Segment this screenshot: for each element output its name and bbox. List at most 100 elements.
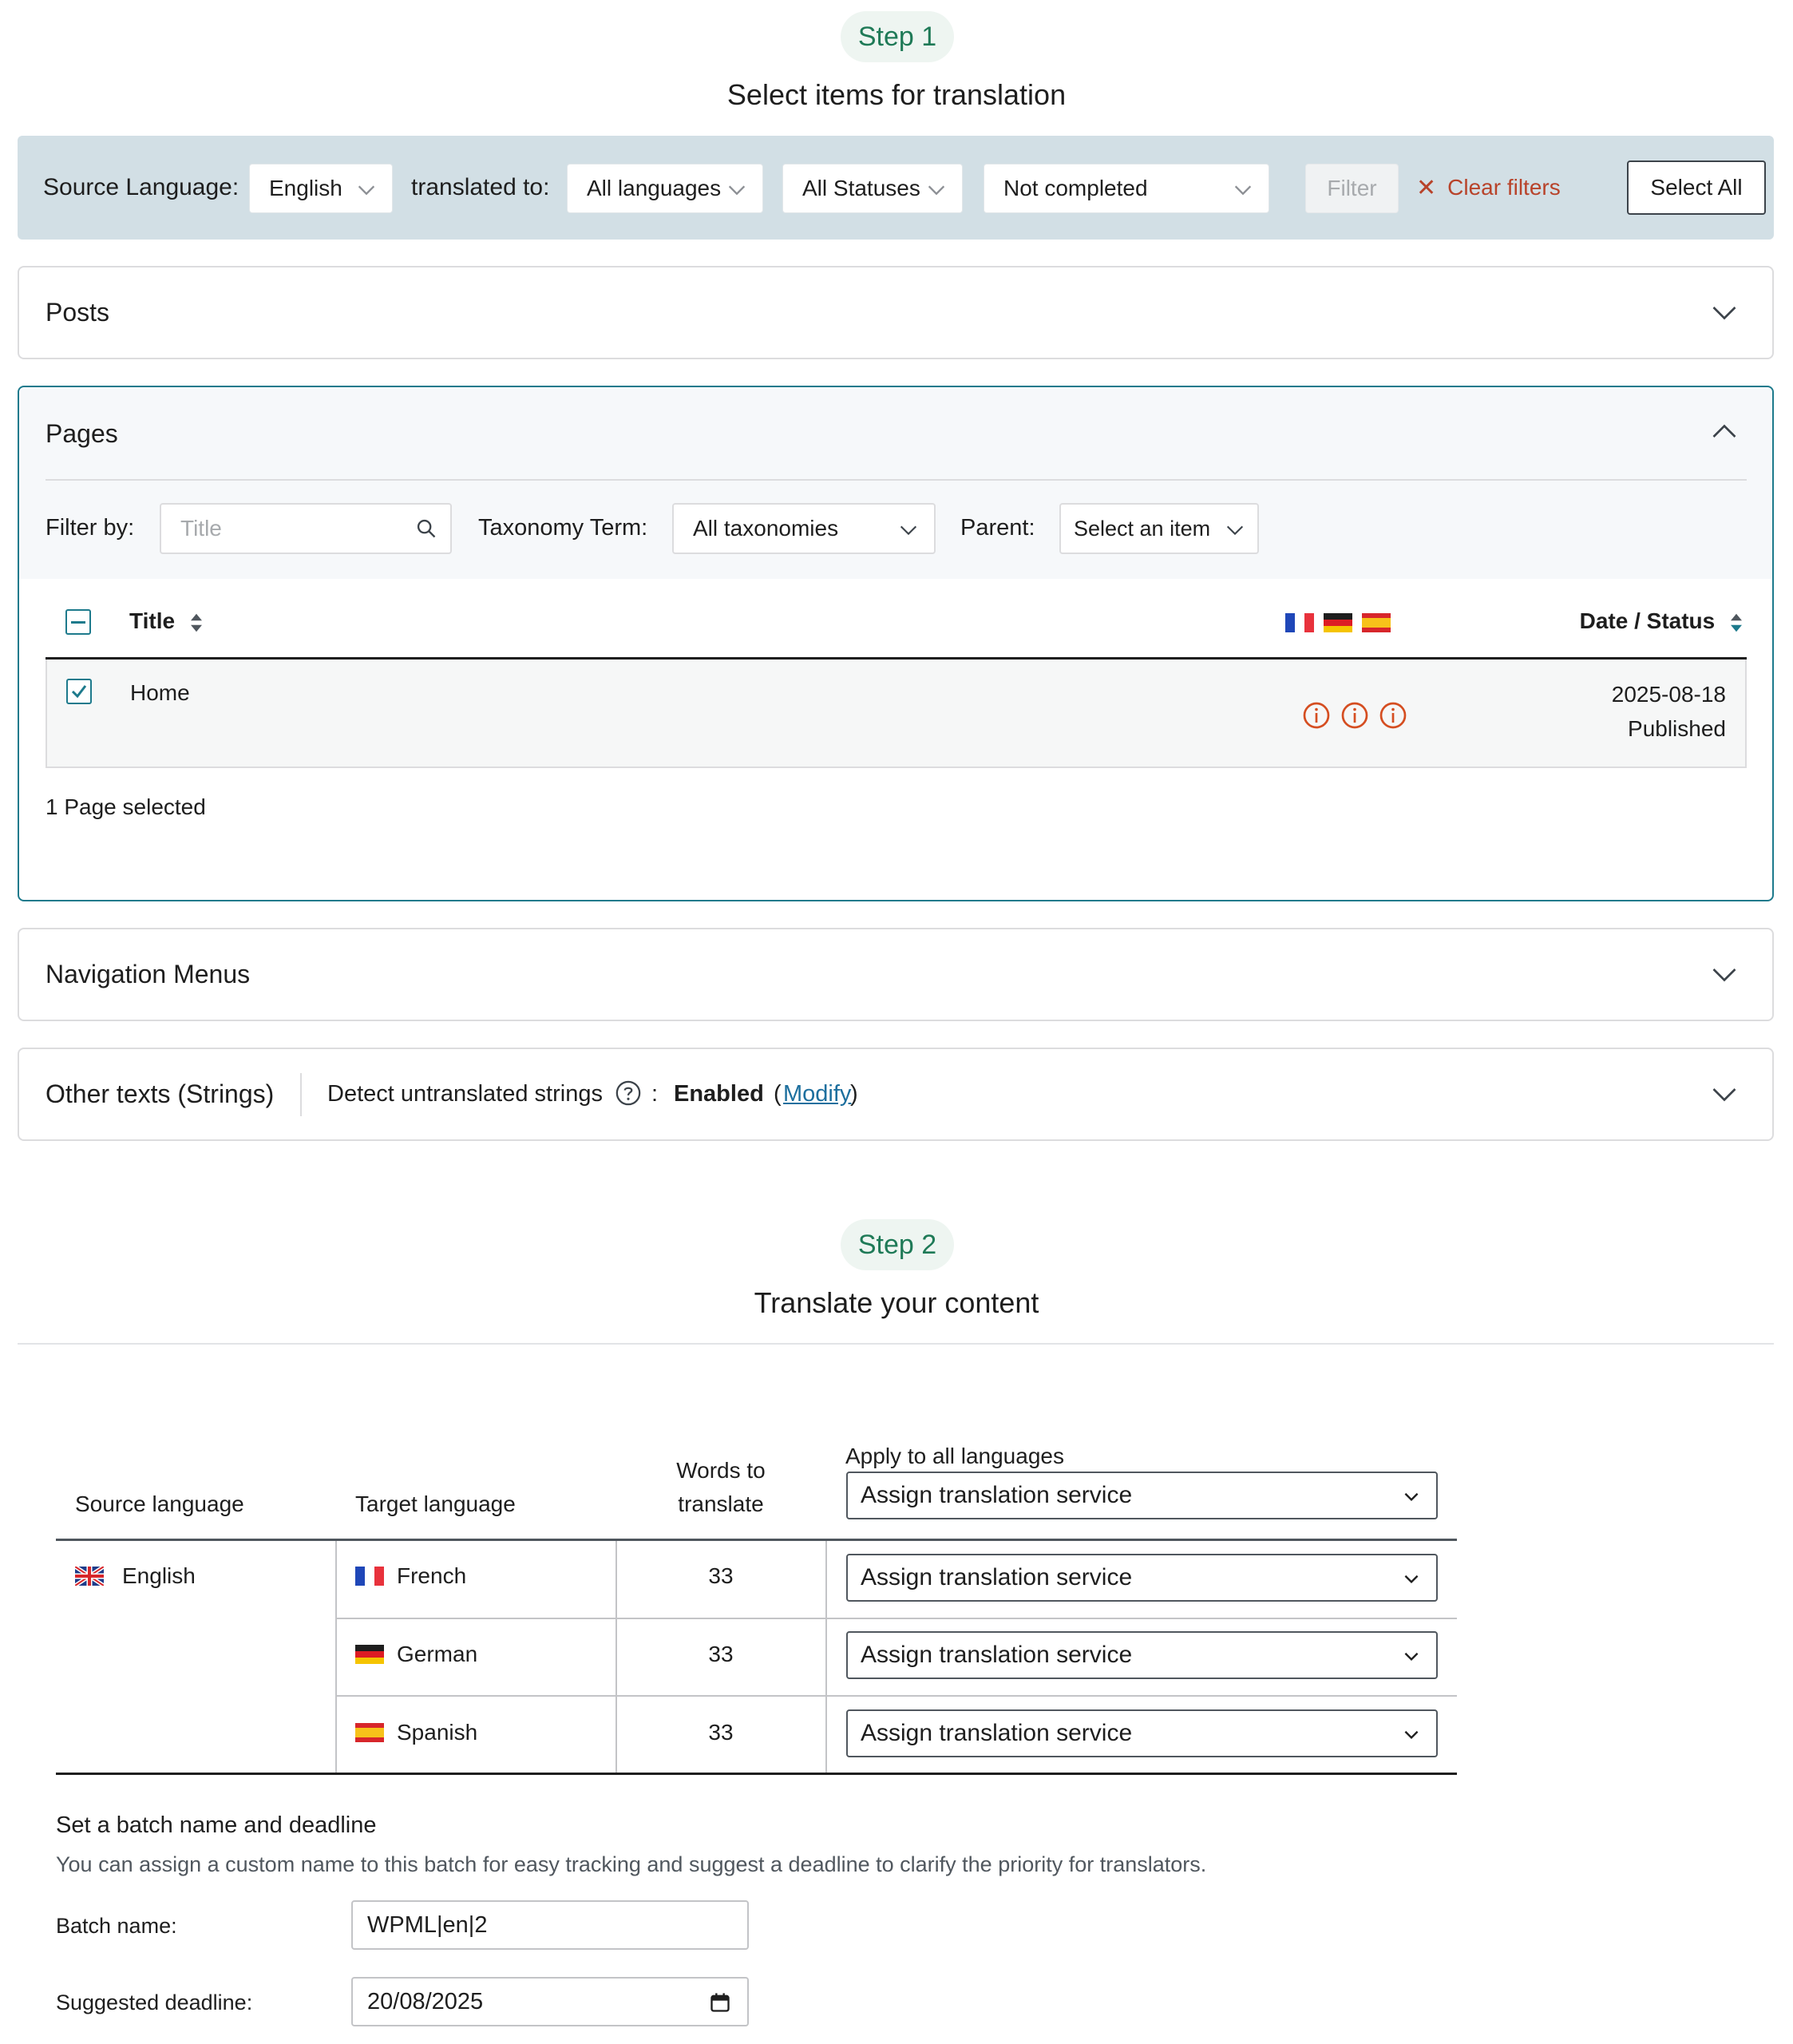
apply-all-service-select[interactable]: Assign translation service	[846, 1472, 1438, 1519]
source-language-select[interactable]: English	[249, 164, 393, 213]
row-status: Published	[1628, 716, 1726, 741]
checkmark-icon	[71, 685, 87, 699]
chevron-down-icon	[1404, 1575, 1419, 1584]
parent-select[interactable]: Select an item	[1059, 503, 1259, 554]
title-search-placeholder: Title	[180, 516, 222, 541]
status-select[interactable]: All Statuses	[782, 164, 963, 213]
target-language-spanish: Spanish	[397, 1720, 478, 1745]
chevron-down-icon[interactable]	[1710, 1079, 1739, 1108]
chevron-up-icon[interactable]	[1710, 418, 1739, 446]
target-language-header: Target language	[355, 1491, 516, 1516]
chevron-down-icon	[1234, 185, 1252, 196]
target-languages-select[interactable]: All languages	[567, 164, 763, 213]
detect-strings-label: Detect untranslated strings	[327, 1081, 603, 1107]
open-paren: (	[774, 1081, 782, 1107]
close-icon: ✕	[1416, 174, 1437, 201]
step-1-title: Select items for translation	[726, 78, 1067, 111]
other-texts-title: Other texts (Strings)	[46, 1079, 275, 1108]
other-texts-section[interactable]: Other texts (Strings) Detect untranslate…	[18, 1048, 1774, 1141]
batch-name-value: WPML|en|2	[367, 1911, 488, 1938]
batch-name-label: Batch name:	[56, 1914, 177, 1938]
apply-all-label: Apply to all languages	[845, 1444, 1064, 1468]
calendar-icon[interactable]	[709, 1991, 731, 2014]
batch-heading: Set a batch name and deadline	[56, 1812, 377, 1838]
deadline-input[interactable]: 20/08/2025	[351, 1977, 749, 2026]
words-count-german: 33	[708, 1642, 734, 1666]
row-date: 2025-08-18	[1611, 682, 1726, 707]
parent-label: Parent:	[960, 515, 1035, 541]
words-header-line1: Words to	[676, 1458, 766, 1483]
row-divider	[335, 1618, 1457, 1619]
chevron-down-icon	[728, 185, 746, 196]
target-language-german: German	[397, 1642, 478, 1666]
info-warning-icon[interactable]	[1340, 701, 1369, 730]
navigation-menus-title: Navigation Menus	[46, 960, 251, 988]
navigation-menus-section[interactable]: Navigation Menus	[18, 928, 1774, 1021]
german-flag-icon	[355, 1645, 384, 1664]
chevron-down-icon[interactable]	[1710, 298, 1739, 327]
select-all-pages-checkbox[interactable]	[65, 609, 91, 635]
french-flag-icon	[355, 1567, 384, 1586]
step-1-badge: Step 1	[841, 11, 954, 62]
chevron-down-icon	[928, 185, 945, 196]
taxonomy-select[interactable]: All taxonomies	[672, 503, 936, 554]
date-status-column-header[interactable]: Date / Status	[1580, 608, 1744, 634]
step-2-badge: Step 2	[841, 1219, 954, 1270]
spanish-service-select[interactable]: Assign translation service	[846, 1709, 1438, 1757]
table-bottom-divider	[56, 1773, 1457, 1775]
colon: :	[651, 1081, 659, 1107]
german-service-select[interactable]: Assign translation service	[846, 1631, 1438, 1679]
column-divider	[335, 1541, 337, 1774]
filter-bar: Source Language: English translated to: …	[18, 136, 1774, 240]
french-service-select[interactable]: Assign translation service	[846, 1554, 1438, 1602]
chevron-down-icon	[1404, 1652, 1419, 1662]
date-status-column-label: Date / Status	[1579, 608, 1716, 633]
target-language-french: French	[397, 1563, 467, 1588]
title-column-label: Title	[129, 608, 176, 633]
batch-description: You can assign a custom name to this bat…	[56, 1852, 1207, 1876]
row-checkbox[interactable]	[66, 679, 92, 704]
title-column-header[interactable]: Title	[129, 608, 204, 634]
source-language-value: English	[122, 1563, 196, 1588]
filter-button[interactable]: Filter	[1305, 164, 1399, 213]
chevron-down-icon	[358, 185, 375, 196]
source-language-label: Source Language:	[43, 174, 239, 200]
close-paren: )	[850, 1081, 858, 1107]
taxonomy-term-label: Taxonomy Term:	[478, 515, 648, 541]
chevron-down-icon	[1404, 1492, 1419, 1502]
target-languages-value: All languages	[587, 176, 722, 200]
batch-name-input[interactable]: WPML|en|2	[351, 1900, 749, 1950]
table-header-divider	[56, 1539, 1457, 1541]
chevron-down-icon	[900, 525, 917, 536]
completion-value: Not completed	[1003, 176, 1148, 200]
help-icon[interactable]	[615, 1079, 642, 1107]
info-warning-icon[interactable]	[1302, 701, 1331, 730]
words-count-french: 33	[708, 1563, 734, 1588]
modify-link[interactable]: Modify	[783, 1081, 851, 1107]
info-warning-icon[interactable]	[1379, 701, 1407, 730]
divider	[46, 479, 1747, 481]
source-language-header: Source language	[75, 1491, 244, 1516]
clear-filters-label: Clear filters	[1447, 175, 1561, 200]
completion-select[interactable]: Not completed	[984, 164, 1269, 213]
row-title[interactable]: Home	[130, 680, 190, 706]
translated-to-label: translated to:	[411, 174, 550, 200]
search-icon	[417, 519, 436, 538]
selection-summary: 1 Page selected	[46, 794, 206, 819]
pages-section-title: Pages	[46, 419, 118, 448]
clear-filters-link[interactable]: ✕ Clear filters	[1416, 136, 1561, 240]
sort-icon	[1731, 613, 1742, 632]
posts-section[interactable]: Posts	[18, 266, 1774, 359]
table-row: Home 2025-08-18 Published	[46, 660, 1747, 768]
minus-icon	[71, 621, 85, 624]
taxonomy-value: All taxonomies	[693, 516, 839, 541]
parent-value: Select an item	[1074, 516, 1211, 541]
select-all-button[interactable]: Select All	[1627, 160, 1766, 215]
title-search-input[interactable]: Title	[160, 503, 452, 554]
german-service-value: Assign translation service	[861, 1642, 1133, 1668]
uk-flag-icon	[75, 1567, 104, 1586]
chevron-down-icon	[1404, 1730, 1419, 1740]
deadline-value: 20/08/2025	[367, 1988, 484, 2014]
spanish-flag-icon	[355, 1723, 384, 1742]
chevron-down-icon[interactable]	[1710, 960, 1739, 988]
